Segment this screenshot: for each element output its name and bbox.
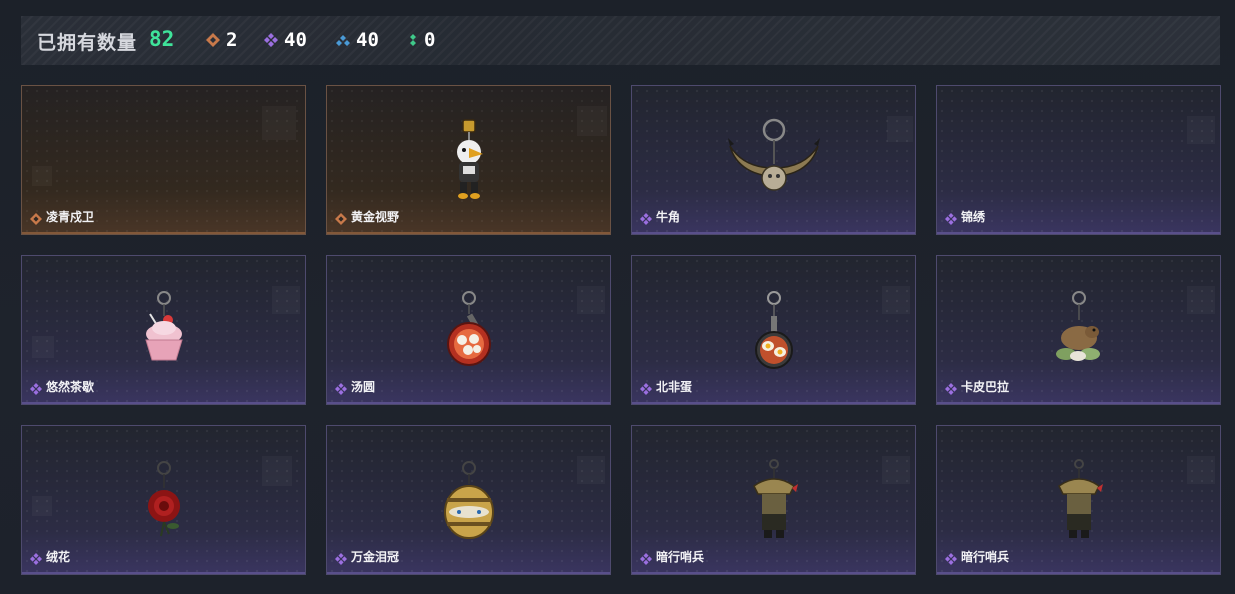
item-name: 锦绣 <box>961 210 986 224</box>
purple-rarity-icon <box>335 553 347 565</box>
item-name: 暗行哨兵 <box>961 550 1010 564</box>
purple-rarity-icon <box>30 383 42 395</box>
item-card[interactable]: 卡皮巴拉 <box>936 255 1221 405</box>
item-name: 卡皮巴拉 <box>961 380 1010 394</box>
item-name: 绒花 <box>46 550 71 564</box>
stat-blue: 40 <box>336 28 379 52</box>
purple-diamond-icon <box>264 33 278 47</box>
purple-rarity-icon <box>945 553 957 565</box>
sentinel-charm-icon <box>752 459 798 538</box>
orange-diamond-icon <box>206 33 220 47</box>
item-name: 凌青戍卫 <box>46 210 95 224</box>
capybara-charm-icon <box>1055 291 1100 361</box>
item-card[interactable]: 凌青戍卫 <box>21 85 306 235</box>
green-diamond-icon <box>410 34 416 46</box>
item-name: 悠然茶歇 <box>46 380 95 394</box>
item-card[interactable]: 暗行哨兵 <box>631 425 916 575</box>
cupcake-charm-icon <box>144 291 183 361</box>
collection-header: 已拥有数量 82 2 40 40 0 <box>21 16 1220 65</box>
stat-green: 0 <box>408 28 435 52</box>
orange-rarity-icon <box>335 213 347 225</box>
stat-green-value: 0 <box>424 29 436 51</box>
rose-charm-icon <box>147 461 180 537</box>
purple-rarity-icon <box>640 553 652 565</box>
item-card[interactable]: 绒花 <box>21 425 306 575</box>
figure-keychain-icon <box>456 119 483 199</box>
item-card[interactable]: 黄金视野 <box>326 85 611 235</box>
soup-bowl-charm-icon <box>446 291 491 366</box>
item-name: 汤圆 <box>351 380 376 394</box>
item-card[interactable]: 暗行哨兵 <box>936 425 1221 575</box>
item-name: 牛角 <box>656 210 681 224</box>
purple-rarity-icon <box>945 213 957 225</box>
bull-horn-charm-icon <box>727 118 820 191</box>
item-card[interactable]: 锦绣 <box>936 85 1221 235</box>
sentinel-charm-icon <box>1057 459 1103 538</box>
item-name: 暗行哨兵 <box>656 550 705 564</box>
item-card[interactable]: 汤圆 <box>326 255 611 405</box>
stat-blue-value: 40 <box>356 29 379 51</box>
egg-pan-charm-icon <box>754 291 793 369</box>
owned-count-total: 82 <box>149 27 175 51</box>
item-grid: 凌青戍卫 黄金视野 牛角 锦绣 悠然茶歇 汤圆 北非蛋 卡皮巴拉 绒花 万金泪冠… <box>21 85 1221 575</box>
item-name: 万金泪冠 <box>351 550 400 564</box>
stat-purple-value: 40 <box>284 29 307 51</box>
stat-purple: 40 <box>264 28 307 52</box>
item-card[interactable]: 北非蛋 <box>631 255 916 405</box>
purple-rarity-icon <box>335 383 347 395</box>
blue-diamond-icon <box>336 35 350 46</box>
item-card[interactable]: 悠然茶歇 <box>21 255 306 405</box>
purple-rarity-icon <box>30 553 42 565</box>
purple-rarity-icon <box>640 383 652 395</box>
stat-orange-value: 2 <box>226 29 238 51</box>
owned-count-title: 已拥有数量 <box>37 33 138 54</box>
item-name: 北非蛋 <box>656 380 693 394</box>
item-card[interactable]: 万金泪冠 <box>326 425 611 575</box>
item-name: 黄金视野 <box>351 210 400 224</box>
jeweled-egg-charm-icon <box>443 461 494 539</box>
orange-rarity-icon <box>30 213 42 225</box>
purple-rarity-icon <box>945 383 957 395</box>
item-card[interactable]: 牛角 <box>631 85 916 235</box>
stat-orange: 2 <box>206 28 237 52</box>
purple-rarity-icon <box>640 213 652 225</box>
